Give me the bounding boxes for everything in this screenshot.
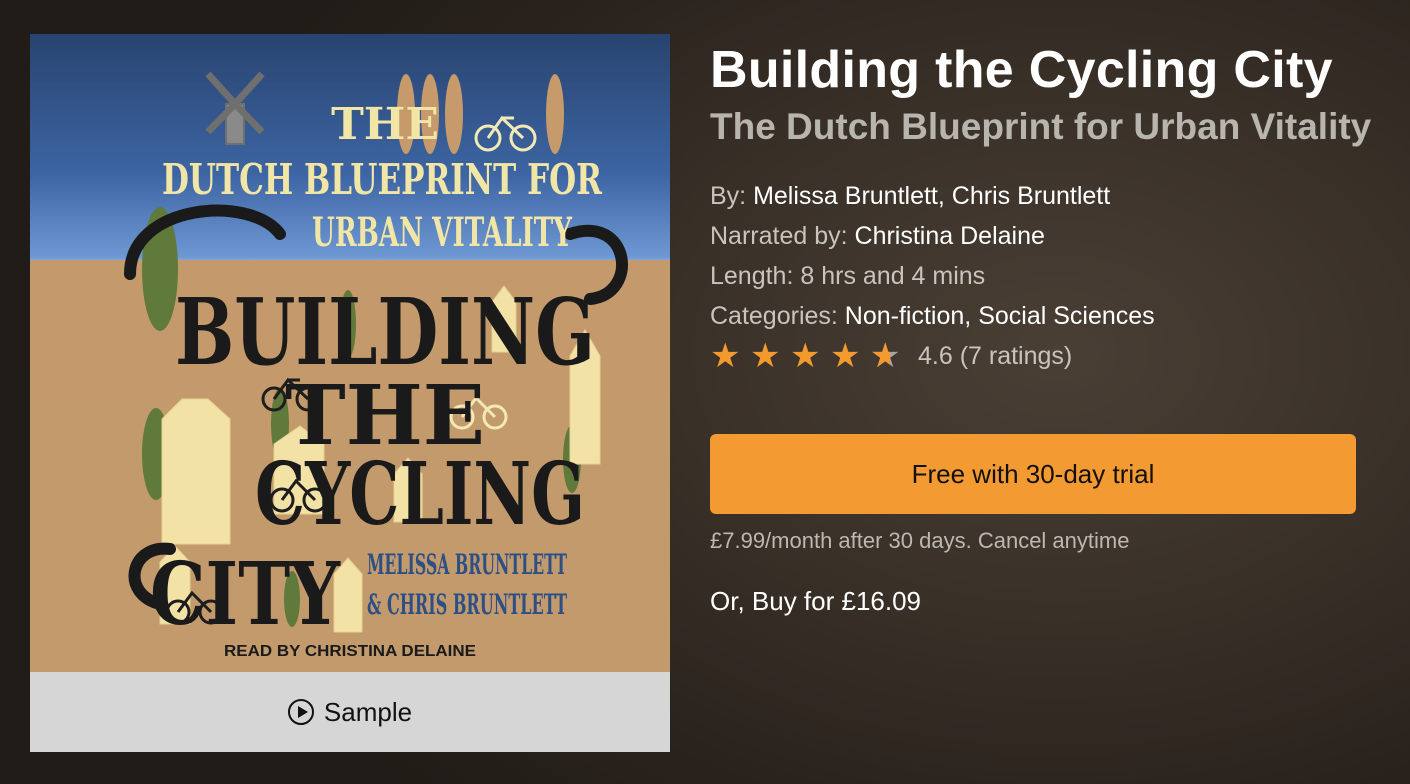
play-circle-icon (287, 699, 314, 725)
by-label: By: (710, 182, 754, 210)
windmill-icon (205, 71, 265, 145)
length-label: Length: (710, 262, 801, 290)
book-cover: THE DUTCH BLUEPRINT FOR URBAN VITALITY B… (30, 34, 670, 672)
rating-text: 4.6 (7 ratings) (918, 342, 1073, 370)
author-link[interactable]: Chris Bruntlett (952, 182, 1110, 210)
narrated-label: Narrated by: (710, 222, 855, 250)
book-subtitle: The Dutch Blueprint for Urban Vitality (710, 106, 1372, 147)
rating-row: ★ ★ ★ ★ ★ ★ 4.6 (7 ratings) (710, 336, 1390, 376)
authors-row: By: Melissa Bruntlett, Chris Bruntlett (710, 182, 1111, 210)
book-details: Building the Cycling City The Dutch Blue… (710, 40, 1390, 616)
cover-illustration: THE DUTCH BLUEPRINT FOR URBAN VITALITY B… (124, 71, 628, 660)
categories-row: Categories: Non-fiction, Social Sciences (710, 302, 1155, 330)
category-link[interactable]: Non-fiction (845, 302, 965, 330)
cover-text-the-small: THE (331, 99, 439, 150)
cover-panel: THE DUTCH BLUEPRINT FOR URBAN VITALITY B… (30, 34, 670, 752)
length-row: Length: 8 hrs and 4 mins (710, 256, 1390, 296)
cover-text-blueprint: DUTCH BLUEPRINT FOR (162, 155, 603, 204)
star-rating: ★ ★ ★ ★ ★ ★ (710, 339, 910, 373)
sample-label: Sample (323, 696, 413, 727)
star-icon: ★ (830, 337, 861, 375)
trial-fine-print: £7.99/month after 30 days. Cancel anytim… (710, 528, 1130, 553)
sample-button[interactable]: Sample (30, 672, 670, 752)
category-link[interactable]: Social Sciences (978, 302, 1154, 330)
star-icon: ★ (710, 337, 741, 375)
book-title: Building the Cycling City (710, 41, 1333, 99)
cover-text-city: CITY (150, 544, 341, 645)
star-icon: ★ (750, 337, 781, 375)
cover-text-vitality: URBAN VITALITY (312, 209, 572, 256)
length-value: 8 hrs and 4 mins (800, 262, 986, 290)
free-trial-button[interactable]: Free with 30-day trial (710, 434, 1356, 514)
author-link[interactable]: Melissa Bruntlett (753, 182, 938, 210)
half-star-icon: ★ ★ (870, 337, 901, 375)
narrator-link[interactable]: Christina Delaine (855, 222, 1045, 250)
narrator-row: Narrated by: Christina Delaine (710, 216, 1390, 256)
bicycle-icon (474, 115, 537, 152)
book-meta: By: Melissa Bruntlett, Chris Bruntlett N… (710, 176, 1390, 376)
star-icon: ★ (790, 337, 821, 375)
categories-label: Categories: (710, 302, 845, 330)
cover-narrator: READ BY CHRISTINA DELAINE (224, 643, 476, 660)
cover-author-2: & CHRIS BRUNTLETT (367, 588, 567, 621)
buy-link[interactable]: Or, Buy for £16.09 (710, 586, 921, 617)
cover-author-1: MELISSA BRUNTLETT (367, 548, 567, 581)
cover-text-cycling: CYCLING (255, 444, 585, 545)
